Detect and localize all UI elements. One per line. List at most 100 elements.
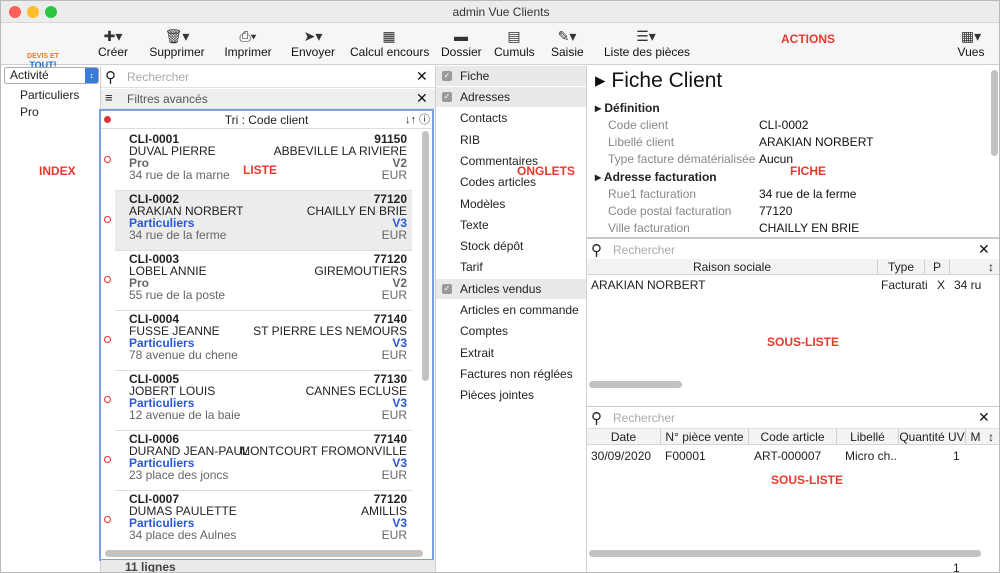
column-header[interactable]: Code article [749, 429, 837, 445]
table-cell[interactable]: X [937, 278, 949, 292]
client-card[interactable]: CLI-0001 91150 DUVAL PIERRE ABBEVILLE LA RI… [115, 131, 412, 191]
column-sort-icon[interactable]: ↕ [985, 259, 997, 275]
zoom-window-button[interactable] [45, 6, 57, 18]
client-address: 55 rue de la poste [129, 288, 226, 302]
clear-search-icon[interactable]: ✕ [416, 68, 428, 85]
client-currency: EUR [381, 168, 407, 182]
create-button[interactable]: ✚▾ Créer [96, 27, 130, 59]
list-search-input[interactable]: Rechercher [127, 70, 189, 84]
fiche-panel: ▸ Fiche Client ▸ Définition Code client … [587, 66, 999, 238]
info-icon[interactable]: ⓘ [419, 111, 430, 129]
table-cell[interactable]: Facturati... [881, 278, 927, 292]
tab-item[interactable]: Factures non réglées [436, 364, 586, 384]
field-value[interactable]: Aucun [759, 152, 793, 166]
sort-label: Tri : Code client [224, 113, 309, 127]
calcul-encours-button[interactable]: ▦ Calcul encours [350, 27, 429, 59]
client-card[interactable]: CLI-0002 77120 ARAKIAN NORBERT CHAILLY EN B… [115, 191, 412, 251]
client-card[interactable]: CLI-0004 77140 FUSSE JEANNE ST PIERRE LES N… [115, 311, 412, 371]
field-value[interactable]: CLI-0002 [759, 118, 808, 132]
tab-item[interactable]: Modèles [436, 194, 586, 214]
folder-button[interactable]: ▬ Dossier [441, 27, 482, 59]
views-button[interactable]: ▦▾ Vues [957, 27, 985, 59]
field-value[interactable]: ARAKIAN NORBERT [759, 135, 873, 149]
client-card[interactable]: CLI-0005 77130 JOBERT LOUIS CANNES ECLUSE Pa… [115, 371, 412, 431]
trash-icon: 🗑▾ [164, 28, 190, 44]
field-value[interactable]: CHAILLY EN BRIE [759, 221, 859, 235]
tab-label: RIB [460, 133, 481, 147]
fiche-scrollbar[interactable] [991, 70, 998, 156]
sub-list-2-scrollbar[interactable] [589, 550, 981, 557]
client-address: 34 rue de la marne [129, 168, 230, 182]
table-cell[interactable]: Micro ch... [845, 449, 897, 463]
column-header[interactable]: Raison sociale [587, 259, 878, 275]
sub-list-1-search-input[interactable]: Rechercher [613, 243, 675, 257]
field-value[interactable]: 77120 [759, 204, 792, 218]
table-cell[interactable]: 1 [953, 449, 965, 463]
column-header[interactable]: Quantité UV [899, 429, 966, 445]
checkbox-checked-icon[interactable]: ✓ [442, 92, 452, 102]
send-button[interactable]: ➤▾ Envoyer [291, 27, 335, 59]
tab-item[interactable]: Pièces jointes [436, 385, 586, 405]
column-header[interactable]: N° pièce vente [661, 429, 749, 445]
tab-item[interactable]: Texte [436, 215, 586, 235]
checkbox-checked-icon[interactable]: ✓ [442, 71, 452, 81]
index-item-pro[interactable]: Pro [20, 105, 39, 119]
column-header[interactable]: Libellé [837, 429, 899, 445]
clear-filters-icon[interactable]: ✕ [416, 90, 428, 107]
sub-list-2-search: ⚲ Rechercher ✕ [587, 407, 999, 429]
minimize-window-button[interactable] [27, 6, 39, 18]
column-header[interactable] [950, 259, 987, 275]
paper-plane-icon: ➤▾ [303, 28, 323, 44]
sort-order-icon[interactable]: ↓↑ [405, 111, 416, 129]
tab-item[interactable]: ✓ Articles vendus [436, 279, 586, 299]
sub-list-2-search-input[interactable]: Rechercher [613, 411, 675, 425]
table-cell[interactable]: ART-000007 [754, 449, 834, 463]
clear-search-icon[interactable]: ✕ [978, 409, 990, 426]
advanced-filters-label[interactable]: Filtres avancés [127, 92, 208, 106]
table-cell[interactable]: 34 ru [954, 278, 994, 292]
client-card[interactable]: CLI-0006 77140 DURAND JEAN-PAUL MONTCOURT F… [115, 431, 412, 491]
column-header[interactable]: Date [587, 429, 661, 445]
section-definition[interactable]: ▸ Définition [595, 101, 660, 115]
liste-pieces-button[interactable]: ☰▾ Liste des pièces [604, 27, 690, 59]
tab-item[interactable]: Articles en commande [436, 300, 586, 320]
field-value[interactable]: 34 rue de la ferme [759, 187, 856, 201]
tab-label: Modèles [460, 197, 506, 211]
record-marker-icon [104, 336, 111, 343]
folder-icon: ▬ [454, 28, 468, 44]
tab-label: Stock dépôt [460, 239, 524, 253]
list-horizontal-scrollbar[interactable] [105, 550, 423, 557]
delete-button[interactable]: 🗑▾ Supprimer [148, 27, 206, 59]
fiche-title: ▸ Fiche Client [595, 69, 723, 92]
column-sort-icon[interactable]: ↕ [985, 429, 997, 445]
column-header[interactable]: Type [878, 259, 925, 275]
table-cell[interactable]: F00001 [665, 449, 745, 463]
cumuls-button[interactable]: ▤ Cumuls [494, 27, 535, 59]
sub-list-1: ⚲ Rechercher ✕ Raison sociale Type P ↕ A… [587, 238, 999, 406]
table-cell[interactable]: ARAKIAN NORBERT [591, 278, 871, 292]
checkbox-checked-icon[interactable]: ✓ [442, 284, 452, 294]
client-card[interactable]: CLI-0007 77120 DUMAS PAULETTE AMILLIS Partic… [115, 491, 412, 551]
activity-select[interactable]: Activité ↕ [4, 67, 99, 84]
tab-item[interactable]: ✓ Fiche [436, 66, 586, 86]
tab-item[interactable]: ✓ Adresses [436, 87, 586, 107]
list-vertical-scrollbar[interactable] [422, 131, 429, 381]
index-item-particuliers[interactable]: Particuliers [20, 88, 79, 102]
tab-item[interactable]: Contacts [436, 108, 586, 128]
close-window-button[interactable] [9, 6, 21, 18]
saisie-button[interactable]: ✎▾ Saisie [551, 27, 584, 59]
column-header[interactable]: P [925, 259, 950, 275]
print-button[interactable]: ⎙▾ Imprimer [223, 27, 273, 59]
section-adresse-facturation[interactable]: ▸ Adresse facturation [595, 170, 717, 184]
tab-item[interactable]: Comptes [436, 321, 586, 341]
tab-item[interactable]: RIB [436, 130, 586, 150]
column-header[interactable]: M [966, 429, 985, 445]
clear-search-icon[interactable]: ✕ [978, 241, 990, 258]
sub-list-1-scrollbar[interactable] [589, 381, 682, 388]
table-cell[interactable]: 30/09/2020 [591, 449, 659, 463]
tab-item[interactable]: Stock dépôt [436, 236, 586, 256]
client-card[interactable]: CLI-0003 77120 LOBEL ANNIE GIREMOUTIERS Pro V… [115, 251, 412, 311]
client-address: 78 avenue du chene [129, 348, 238, 362]
tab-item[interactable]: Extrait [436, 343, 586, 363]
tab-item[interactable]: Tarif [436, 257, 586, 277]
